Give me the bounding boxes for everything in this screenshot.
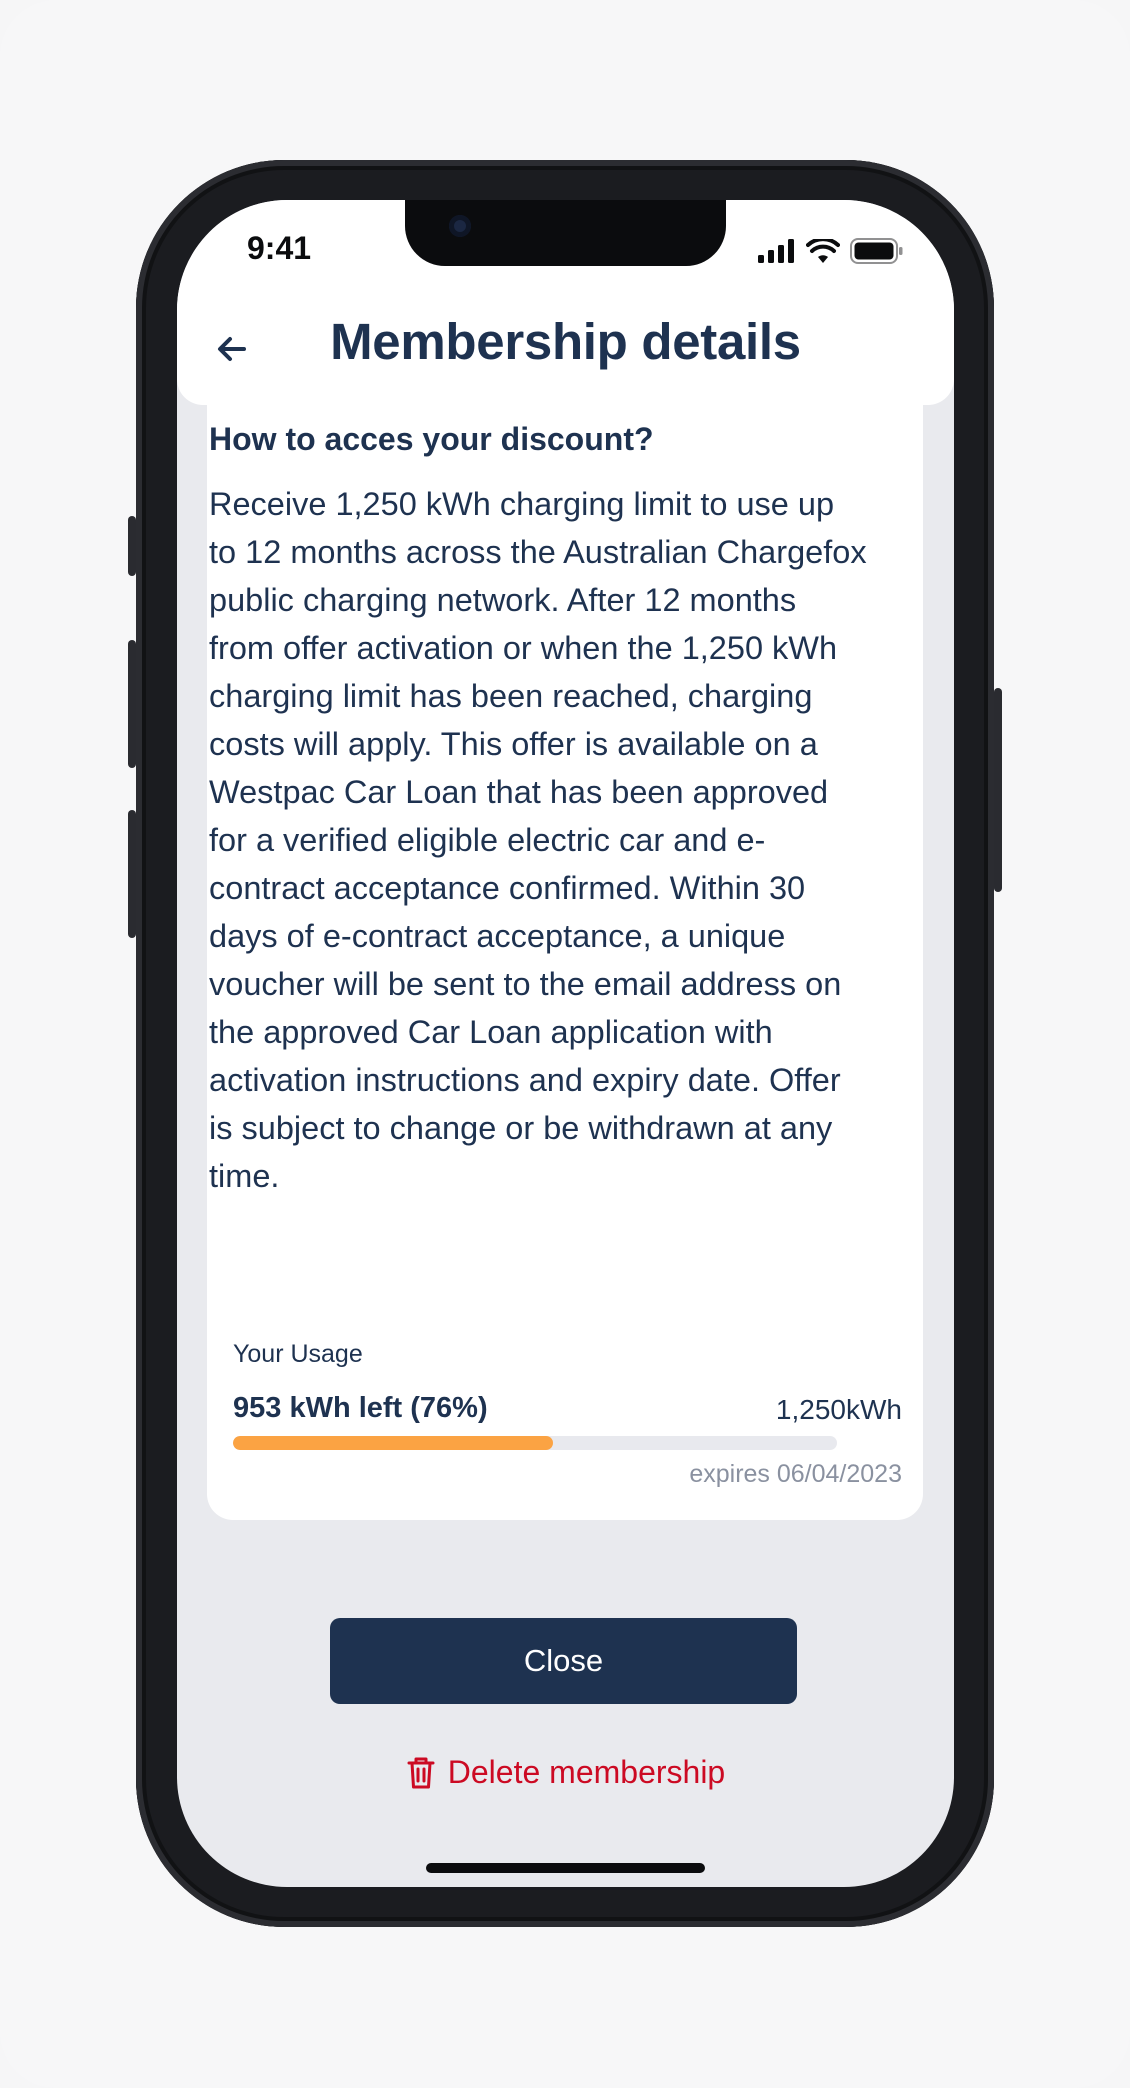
wifi-icon	[806, 239, 840, 263]
camera-icon	[449, 215, 471, 237]
usage-remaining: 953 kWh left (76%)	[233, 1392, 488, 1424]
delete-membership-label: Delete membership	[447, 1754, 726, 1790]
cellular-signal-icon	[758, 239, 794, 263]
discount-heading: How to acces your discount?	[209, 421, 654, 457]
usage-progress-fill	[233, 1436, 554, 1450]
trash-icon	[407, 1757, 435, 1788]
silent-switch	[128, 516, 136, 576]
usage-progress-bar	[233, 1436, 837, 1450]
expiry-date: expires 06/04/2023	[689, 1460, 902, 1488]
battery-icon	[850, 238, 903, 264]
status-icons	[758, 238, 904, 264]
close-button[interactable]: Close	[330, 1618, 797, 1704]
power-button	[994, 688, 1002, 892]
usage-label: Your Usage	[233, 1340, 363, 1368]
notch	[405, 200, 726, 266]
delete-membership-link[interactable]: Delete membership	[177, 1754, 954, 1791]
home-indicator	[426, 1863, 705, 1873]
phone-screen: 9:41 Membership details How to acces you…	[177, 200, 954, 1887]
usage-total: 1,250kWh	[775, 1394, 902, 1425]
discount-description: Receive 1,250 kWh charging limit to use …	[209, 486, 867, 1194]
status-time: 9:41	[247, 230, 312, 266]
page-title: Membership details	[330, 313, 801, 370]
volume-down-button	[128, 810, 136, 938]
volume-up-button	[128, 640, 136, 768]
